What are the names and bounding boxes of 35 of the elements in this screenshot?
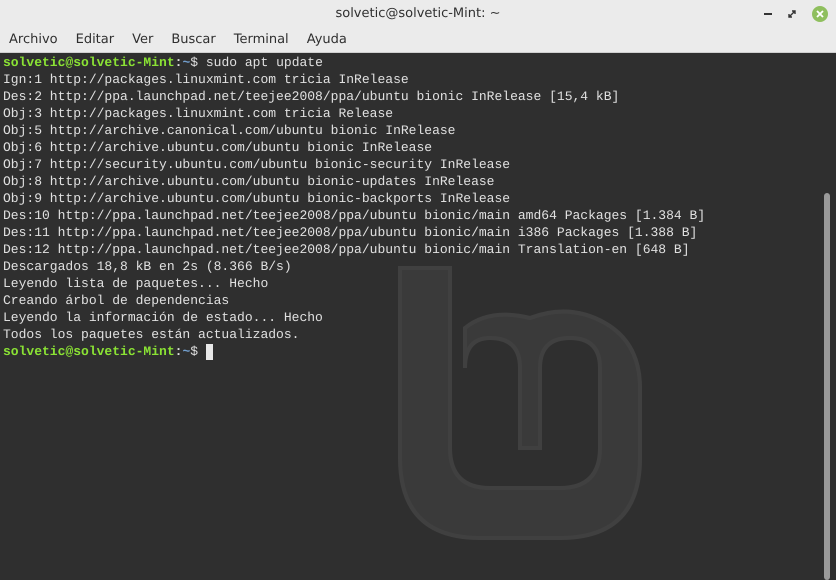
output-line: Obj:9 http://archive.ubuntu.com/ubuntu bionic-backports InRelease (3, 190, 510, 207)
window-title: solvetic@solvetic-Mint: ~ (335, 5, 501, 24)
prompt-path: ~ (182, 54, 190, 72)
output-line: Leyendo la información de estado... Hecho (3, 309, 323, 326)
output-line: Obj:3 http://packages.linuxmint.com tricia Release (3, 105, 394, 122)
output-line: Des:12 http://ppa.launchpad.net/teejee2008/ppa/ubuntu bionic/main Translation-en [648 B] (3, 241, 690, 258)
output-line: Des:11 http://ppa.launchpad.net/teejee2008/ppa/ubuntu bionic/main i386 Packages [1.388 B] (3, 224, 698, 241)
menu-item[interactable]: Ayuda (306, 30, 347, 50)
prompt-symbol: $ (190, 54, 198, 72)
output-line: Obj:6 http://archive.ubuntu.com/ubuntu bionic InRelease (3, 139, 432, 156)
prompt-symbol: $ (190, 342, 198, 361)
menu-item[interactable]: Archivo (9, 30, 58, 50)
prompt-user: solvetic@solvetic-Mint (3, 342, 175, 361)
command-text: sudo apt update (204, 54, 323, 72)
menu-item[interactable]: Terminal (234, 30, 289, 50)
output-line: Ign:1 http://packages.linuxmint.com tricia InRelease (3, 71, 409, 88)
output-line: Des:10 http://ppa.launchpad.net/teejee2008/ppa/ubuntu bionic/main amd64 Packages [1.384 B] (3, 207, 706, 224)
output-line: Leyendo lista de paquetes... Hecho (3, 275, 268, 292)
minimize-icon[interactable] (764, 12, 772, 16)
scrollbar-thumb[interactable] (824, 193, 830, 580)
output-line: Descargados 18,8 kB en 2s (8.366 B/s) (3, 258, 292, 275)
prompt-separator: : (174, 342, 182, 361)
prompt-path: ~ (182, 342, 190, 361)
output-line: Obj:5 http://archive.canonical.com/ubuntu bionic InRelease (3, 122, 456, 139)
menu-item[interactable]: Buscar (171, 30, 216, 50)
output-line: Obj:8 http://archive.ubuntu.com/ubuntu bionic-updates InRelease (3, 173, 494, 190)
prompt-separator: : (174, 54, 182, 72)
output-line: Todos los paquetes están actualizados. (3, 326, 300, 343)
output-line: Creando árbol de dependencias (3, 292, 230, 309)
output-line: Des:2 http://ppa.launchpad.net/teejee2008/ppa/ubuntu bionic InRelease [15,4 kB] (3, 88, 620, 105)
menu-item[interactable]: Editar (76, 30, 114, 50)
menu-item[interactable]: Ver (132, 30, 154, 50)
restore-icon[interactable] (788, 10, 796, 18)
prompt-user: solvetic@solvetic-Mint (3, 54, 175, 72)
output-line: Obj:7 http://security.ubuntu.com/ubuntu bionic-security InRelease (3, 156, 510, 173)
